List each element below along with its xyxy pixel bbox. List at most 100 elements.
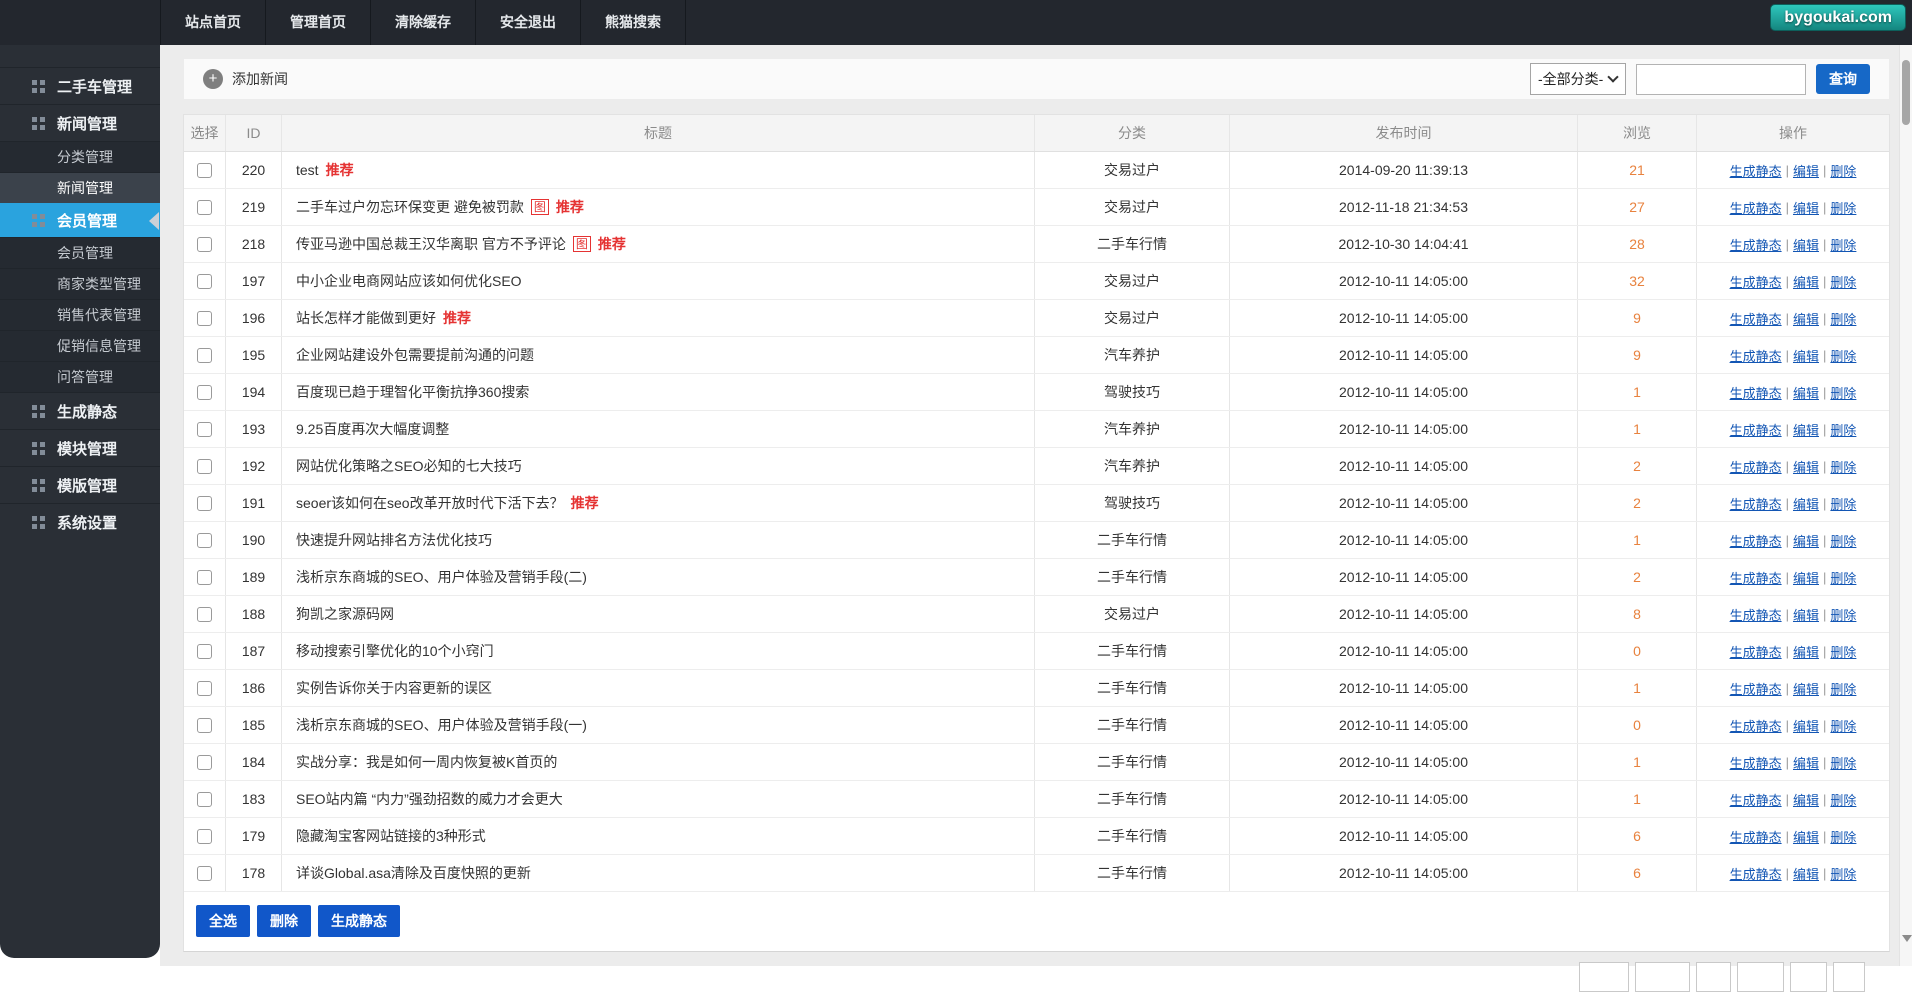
row-checkbox[interactable] [197,348,212,363]
action-edit[interactable]: 编辑 [1793,383,1819,402]
row-checkbox[interactable] [197,459,212,474]
action-edit[interactable]: 编辑 [1793,679,1819,698]
sidebar-item[interactable]: 销售代表管理 [0,299,160,330]
row-checkbox[interactable] [197,718,212,733]
action-generate-static[interactable]: 生成静态 [1730,235,1782,254]
sidebar-item[interactable]: 二手车管理 [0,67,160,104]
action-generate-static[interactable]: 生成静态 [1730,383,1782,402]
action-generate-static[interactable]: 生成静态 [1730,864,1782,883]
sidebar-item[interactable]: 新闻管理 [0,104,160,141]
vertical-scrollbar[interactable] [1899,45,1912,966]
category-select[interactable]: -全部分类- [1530,63,1626,95]
action-delete[interactable]: 删除 [1830,235,1856,254]
action-delete[interactable]: 删除 [1830,420,1856,439]
action-delete[interactable]: 删除 [1830,716,1856,735]
sidebar-item[interactable]: 商家类型管理 [0,268,160,299]
action-delete[interactable]: 删除 [1830,568,1856,587]
row-title[interactable]: 快速提升网站排名方法优化技巧 [296,530,492,550]
select-all-button[interactable]: 全选 [196,905,250,937]
action-delete[interactable]: 删除 [1830,827,1856,846]
action-delete[interactable]: 删除 [1830,457,1856,476]
action-generate-static[interactable]: 生成静态 [1730,605,1782,624]
sidebar-item[interactable]: 会员管理 [0,203,160,237]
row-title[interactable]: 实例告诉你关于内容更新的误区 [296,678,492,698]
row-checkbox[interactable] [197,237,212,252]
action-edit[interactable]: 编辑 [1793,531,1819,550]
row-checkbox[interactable] [197,681,212,696]
query-button[interactable]: 查询 [1816,64,1870,94]
action-edit[interactable]: 编辑 [1793,827,1819,846]
row-checkbox[interactable] [197,533,212,548]
sidebar-item[interactable]: 系统设置 [0,503,160,540]
action-edit[interactable]: 编辑 [1793,864,1819,883]
action-edit[interactable]: 编辑 [1793,272,1819,291]
sidebar-item[interactable]: 模块管理 [0,429,160,466]
action-edit[interactable]: 编辑 [1793,605,1819,624]
action-edit[interactable]: 编辑 [1793,568,1819,587]
action-generate-static[interactable]: 生成静态 [1730,272,1782,291]
action-generate-static[interactable]: 生成静态 [1730,346,1782,365]
action-generate-static[interactable]: 生成静态 [1730,531,1782,550]
action-generate-static[interactable]: 生成静态 [1730,198,1782,217]
sidebar-item[interactable]: 生成静态 [0,392,160,429]
row-title[interactable]: 站长怎样才能做到更好 [296,308,436,328]
action-generate-static[interactable]: 生成静态 [1730,827,1782,846]
action-edit[interactable]: 编辑 [1793,494,1819,513]
action-edit[interactable]: 编辑 [1793,198,1819,217]
row-title[interactable]: 隐藏淘宝客网站链接的3种形式 [296,826,486,846]
action-delete[interactable]: 删除 [1830,161,1856,180]
row-title[interactable]: 传亚马逊中国总裁王汉华离职 官方不予评论 [296,234,566,254]
row-checkbox[interactable] [197,496,212,511]
action-generate-static[interactable]: 生成静态 [1730,457,1782,476]
row-checkbox[interactable] [197,755,212,770]
action-edit[interactable]: 编辑 [1793,309,1819,328]
row-checkbox[interactable] [197,422,212,437]
topbar-nav-item[interactable]: 站点首页 [160,0,266,45]
pagination-button[interactable] [1635,962,1690,992]
row-title[interactable]: 9.25百度再次大幅度调整 [296,419,449,439]
row-checkbox[interactable] [197,311,212,326]
action-delete[interactable]: 删除 [1830,309,1856,328]
scroll-down-arrow-icon[interactable] [1902,935,1912,942]
pagination-button[interactable] [1696,962,1731,992]
sidebar-item[interactable]: 模版管理 [0,466,160,503]
row-title[interactable]: 狗凯之家源码网 [296,604,394,624]
action-generate-static[interactable]: 生成静态 [1730,679,1782,698]
action-generate-static[interactable]: 生成静态 [1730,753,1782,772]
row-checkbox[interactable] [197,570,212,585]
bulk-generate-static-button[interactable]: 生成静态 [318,905,400,937]
row-title[interactable]: test [296,162,319,178]
action-edit[interactable]: 编辑 [1793,346,1819,365]
pagination-button[interactable] [1790,962,1827,992]
action-edit[interactable]: 编辑 [1793,716,1819,735]
topbar-nav-item[interactable]: 管理首页 [266,0,371,45]
row-title[interactable]: 百度现已趋于理智化平衡抗挣360搜索 [296,382,529,402]
action-delete[interactable]: 删除 [1830,605,1856,624]
add-news-button[interactable]: + 添加新闻 [203,69,288,89]
pagination-button[interactable] [1737,962,1784,992]
row-title[interactable]: 移动搜索引擎优化的10个小窍门 [296,641,494,661]
action-generate-static[interactable]: 生成静态 [1730,309,1782,328]
action-generate-static[interactable]: 生成静态 [1730,568,1782,587]
action-generate-static[interactable]: 生成静态 [1730,642,1782,661]
action-delete[interactable]: 删除 [1830,383,1856,402]
action-edit[interactable]: 编辑 [1793,235,1819,254]
topbar-nav-item[interactable]: 清除缓存 [371,0,476,45]
row-checkbox[interactable] [197,274,212,289]
row-title[interactable]: 实战分享：我是如何一周内恢复被K首页的 [296,752,557,772]
action-delete[interactable]: 删除 [1830,272,1856,291]
topbar-nav-item[interactable]: 熊猫搜索 [581,0,686,45]
row-checkbox[interactable] [197,829,212,844]
row-checkbox[interactable] [197,607,212,622]
action-generate-static[interactable]: 生成静态 [1730,790,1782,809]
row-checkbox[interactable] [197,644,212,659]
action-delete[interactable]: 删除 [1830,642,1856,661]
action-delete[interactable]: 删除 [1830,346,1856,365]
sidebar-item[interactable]: 分类管理 [0,141,160,172]
action-delete[interactable]: 删除 [1830,679,1856,698]
row-title[interactable]: 中小企业电商网站应该如何优化SEO [296,271,522,291]
row-title[interactable]: 企业网站建设外包需要提前沟通的问题 [296,345,534,365]
scrollbar-thumb[interactable] [1902,60,1910,125]
row-checkbox[interactable] [197,163,212,178]
action-edit[interactable]: 编辑 [1793,790,1819,809]
